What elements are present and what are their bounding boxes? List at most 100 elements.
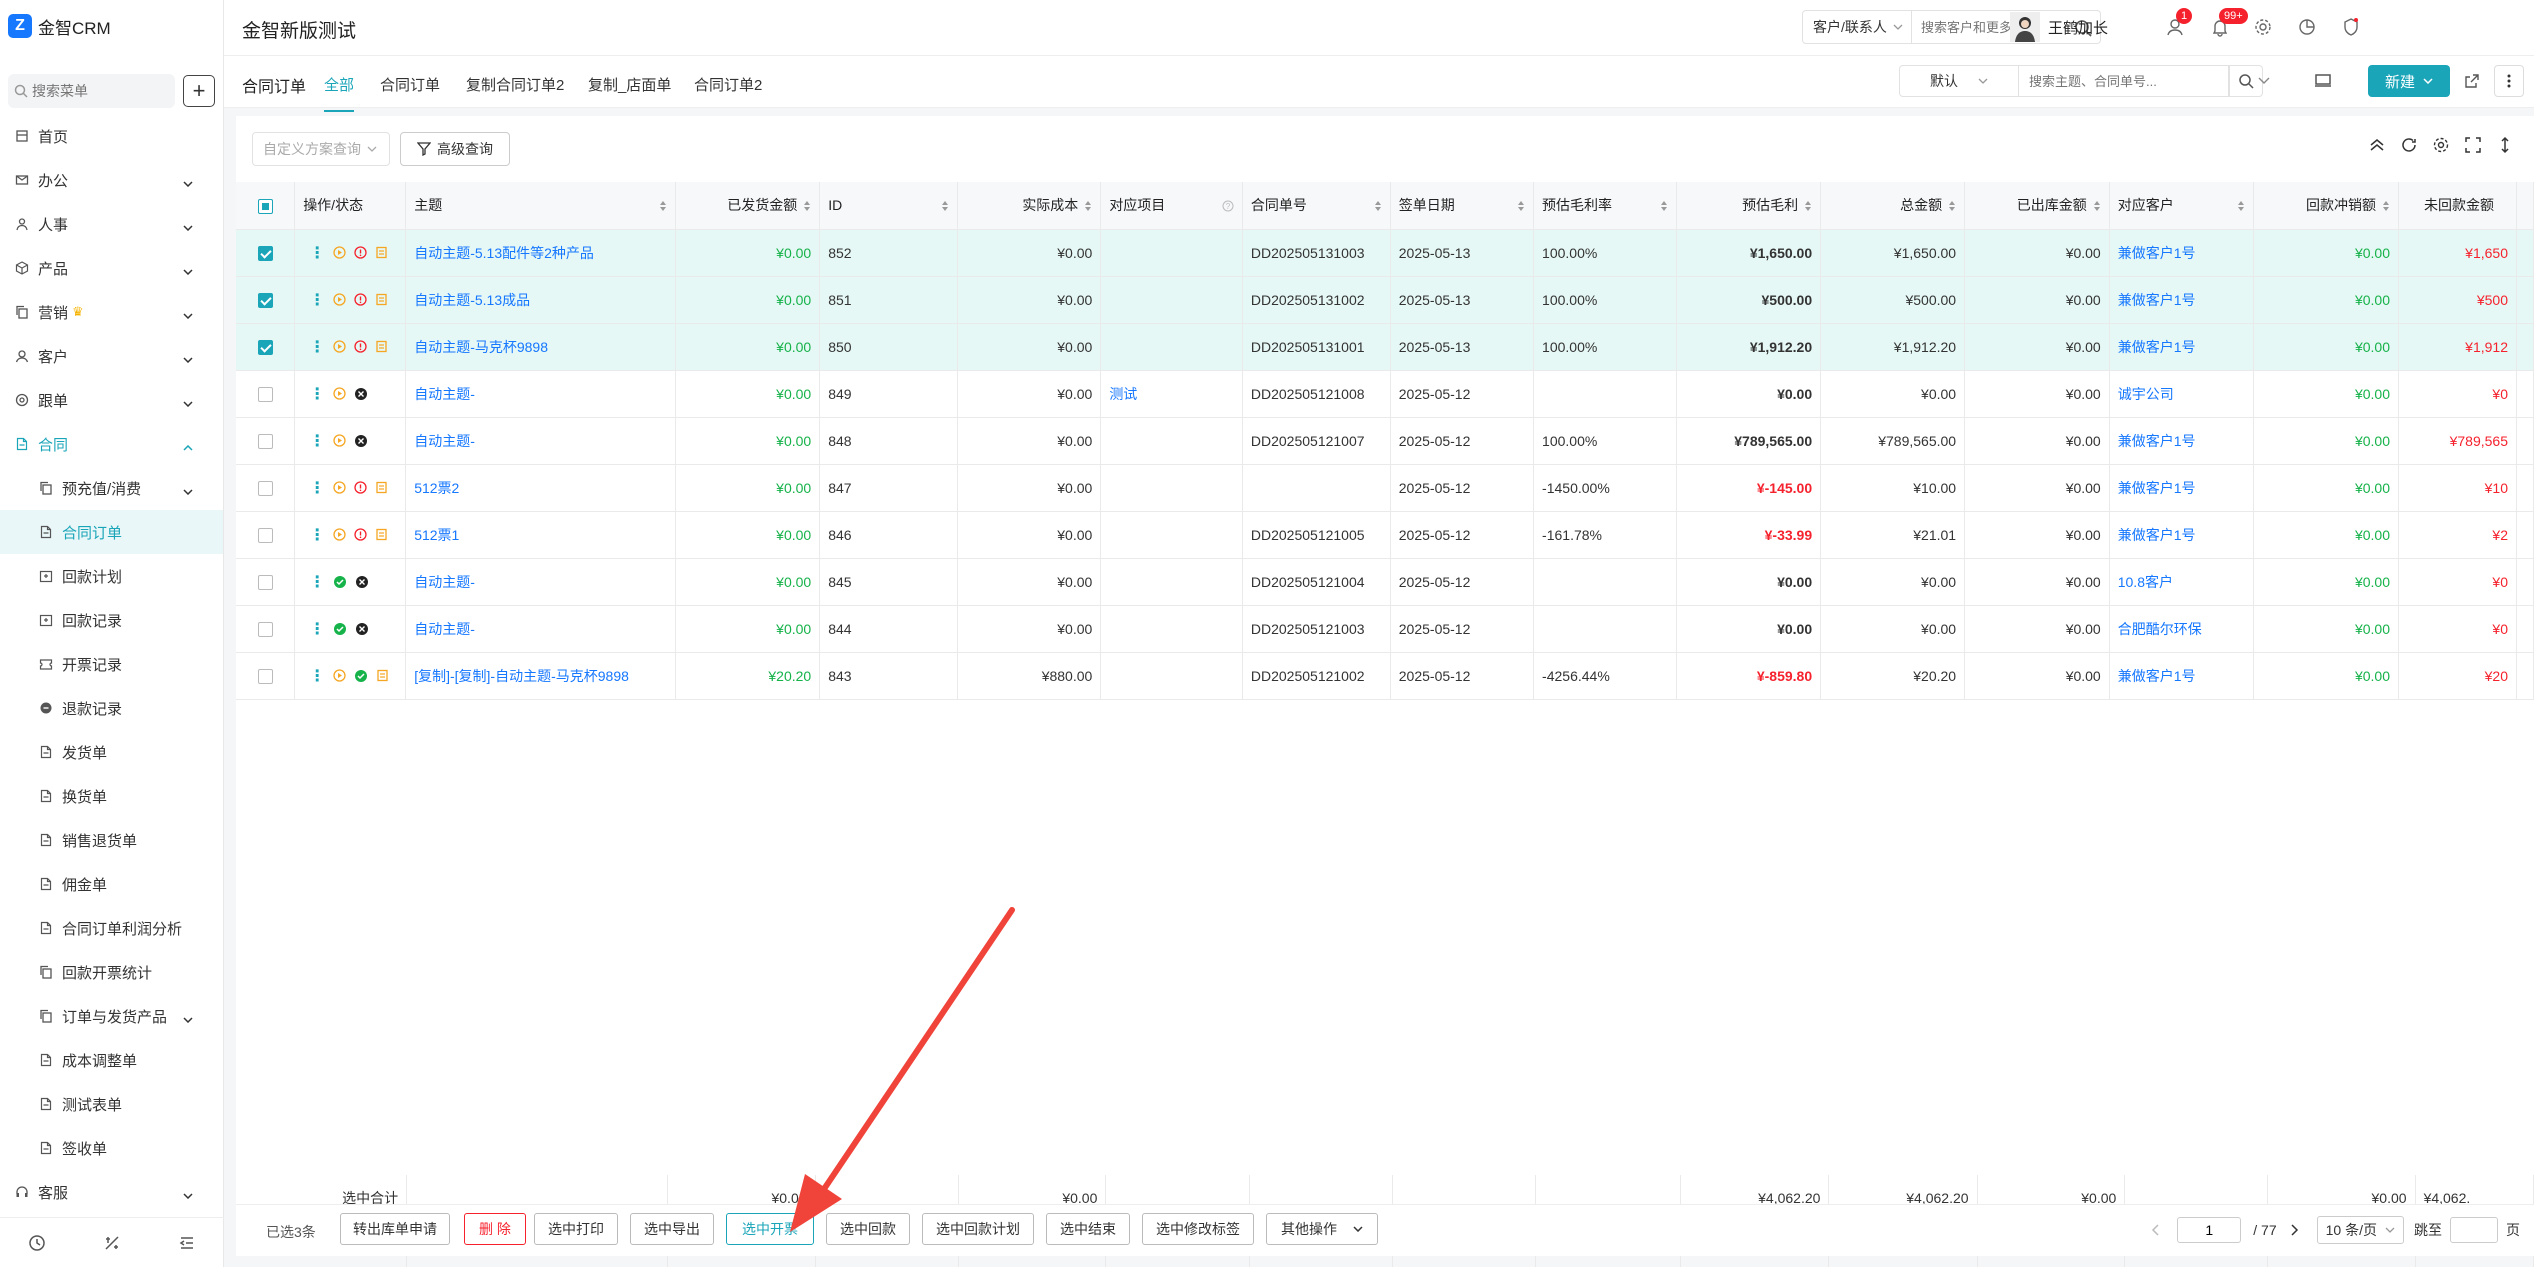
sort-icon[interactable] (1084, 200, 1092, 212)
sidebar-item-8[interactable]: 预充值/消费 (0, 466, 223, 510)
sidebar-item-9[interactable]: 合同订单 (0, 510, 223, 554)
table-row[interactable]: ⋮ 512票1 ¥0.00 846 ¥0.00 DD202505121005 2025-05… (236, 511, 2534, 559)
table-row[interactable]: ⋮ 自动主题- ¥0.00 849 ¥0.00 测试 DD202505121008 2025-… (236, 370, 2534, 418)
subject-link[interactable]: 自动主题-马克杯9898 (405, 323, 676, 371)
refresh-icon[interactable] (2400, 136, 2418, 154)
play-status-icon[interactable] (333, 669, 346, 682)
column-header-shipped-amount[interactable]: 已发货金额 (675, 182, 821, 230)
sidebar-item-17[interactable]: 佣金单 (0, 862, 223, 906)
sort-icon[interactable] (2382, 200, 2390, 212)
more-options-button[interactable] (2494, 65, 2524, 97)
project-link[interactable] (1100, 417, 1243, 465)
table-row[interactable]: ⋮ 自动主题-5.13成品 ¥0.00 851 ¥0.00 DD202505131002 2… (236, 276, 2534, 324)
alert-status-icon[interactable] (354, 528, 367, 541)
column-header-sign-date[interactable]: 签单日期 (1390, 182, 1535, 230)
subject-link[interactable]: 512票1 (405, 511, 676, 559)
record-search-input[interactable] (2029, 73, 2219, 89)
row-checkbox[interactable] (257, 386, 273, 402)
tab-4[interactable]: 合同订单2 (694, 74, 762, 95)
subject-link[interactable]: 自动主题- (405, 417, 676, 465)
sidebar-item-14[interactable]: 发货单 (0, 730, 223, 774)
invoice-status-icon[interactable] (376, 669, 389, 682)
jump-page-input[interactable] (2450, 1217, 2498, 1243)
sidebar-item-3[interactable]: 产品 (0, 246, 223, 290)
project-link[interactable] (1100, 605, 1243, 653)
subject-link[interactable]: [复制]-[复制]-自动主题-马克杯9898 (405, 652, 676, 700)
play-status-icon[interactable] (333, 481, 346, 494)
expand-search-icon[interactable] (2258, 77, 2270, 85)
sidebar-item-16[interactable]: 销售退货单 (0, 818, 223, 862)
tab-2[interactable]: 复制合同订单2 (466, 74, 564, 95)
sort-icon[interactable] (803, 200, 811, 212)
sidebar-item-7[interactable]: 合同 (0, 422, 223, 466)
sort-icon[interactable] (1374, 200, 1382, 212)
row-checkbox[interactable] (257, 621, 273, 637)
customer-link[interactable]: 兼做客户1号 (2109, 276, 2255, 324)
chart-icon[interactable] (2296, 16, 2318, 38)
new-record-button[interactable]: 新建 (2368, 65, 2450, 97)
row-actions-icon[interactable]: ⋮ (309, 337, 325, 357)
sidebar-item-20[interactable]: 订单与发货产品 (0, 994, 223, 1038)
sidebar-item-19[interactable]: 回款开票统计 (0, 950, 223, 994)
fullscreen-icon[interactable] (2464, 136, 2482, 154)
sort-icon[interactable] (2093, 200, 2101, 212)
row-actions-icon[interactable]: ⋮ (309, 478, 325, 498)
export-icon[interactable] (2464, 73, 2480, 89)
sidebar-item-18[interactable]: 合同订单利润分析 (0, 906, 223, 950)
help-icon[interactable]: ? (1222, 200, 1234, 212)
row-actions-icon[interactable]: ⋮ (309, 619, 325, 639)
column-header-actual-cost[interactable]: 实际成本 (957, 182, 1102, 230)
sidebar-item-2[interactable]: 人事 (0, 202, 223, 246)
tab-1[interactable]: 合同订单 (380, 74, 440, 95)
subject-link[interactable]: 自动主题-5.13配件等2种产品 (405, 229, 676, 277)
project-link[interactable] (1100, 558, 1243, 606)
invoice-status-icon[interactable] (375, 246, 388, 259)
sidebar-item-10[interactable]: 回款计划 (0, 554, 223, 598)
subject-link[interactable]: 512票2 (405, 464, 676, 512)
project-link[interactable] (1100, 229, 1243, 277)
sidebar-item-4[interactable]: 营销 ♛ (0, 290, 223, 334)
select-all-checkbox[interactable] (257, 198, 273, 214)
row-checkbox[interactable] (257, 292, 273, 308)
custom-scheme-select[interactable]: 自定义方案查询 (252, 132, 390, 166)
tab-3[interactable]: 复制_店面单 (588, 74, 671, 95)
sort-icon[interactable] (1517, 200, 1525, 212)
customer-link[interactable]: 10.8客户 (2109, 558, 2255, 606)
sidebar-item-24[interactable]: 客服 (0, 1170, 223, 1214)
sort-icon[interactable] (1948, 200, 1956, 212)
row-actions-icon[interactable]: ⋮ (309, 243, 325, 263)
play-status-icon[interactable] (333, 340, 346, 353)
subject-link[interactable]: 自动主题- (405, 370, 676, 418)
column-header-ops[interactable]: 操作/状态 (294, 182, 407, 230)
brand-logo[interactable]: Z 金智CRM (0, 0, 223, 52)
project-link[interactable]: 测试 (1100, 370, 1243, 418)
invoice-status-icon[interactable] (375, 293, 388, 306)
closed-status-icon[interactable] (355, 575, 369, 589)
bulk-button-0[interactable]: 转出库单申请 (340, 1213, 450, 1245)
customer-link[interactable]: 兼做客户1号 (2109, 229, 2255, 277)
user-menu[interactable]: 王鹤加长 (2010, 12, 2108, 42)
gear-icon[interactable] (2432, 136, 2450, 154)
column-header-contract-no[interactable]: 合同单号 (1242, 182, 1391, 230)
row-actions-icon[interactable]: ⋮ (309, 431, 325, 451)
sidebar-item-13[interactable]: 退款记录 (0, 686, 223, 730)
alert-status-icon[interactable] (354, 340, 367, 353)
customer-link[interactable]: 兼做客户1号 (2109, 464, 2255, 512)
sidebar-item-15[interactable]: 换货单 (0, 774, 223, 818)
closed-status-icon[interactable] (354, 387, 368, 401)
closed-status-icon[interactable] (354, 434, 368, 448)
customer-link[interactable]: 兼做客户1号 (2109, 652, 2255, 700)
sidebar-item-6[interactable]: 跟单 (0, 378, 223, 422)
bulk-button-8[interactable]: 选中修改标签 (1142, 1213, 1254, 1245)
tab-0[interactable]: 全部 (324, 74, 355, 112)
play-status-icon[interactable] (333, 246, 346, 259)
bulk-button-9[interactable]: 其他操作 (1266, 1213, 1378, 1245)
bulk-button-5[interactable]: 选中回款 (826, 1213, 910, 1245)
collapse-up-icon[interactable] (2368, 136, 2386, 154)
table-row[interactable]: ⋮ 自动主题-马克杯9898 ¥0.00 850 ¥0.00 DD202505131001… (236, 323, 2534, 371)
customer-link[interactable]: 兼做客户1号 (2109, 323, 2255, 371)
bulk-button-7[interactable]: 选中结束 (1046, 1213, 1130, 1245)
sort-icon[interactable] (1660, 200, 1668, 212)
table-row[interactable]: ⋮ 自动主题- ¥0.00 844 ¥0.00 DD202505121003 2025-05… (236, 605, 2534, 653)
project-link[interactable] (1100, 276, 1243, 324)
